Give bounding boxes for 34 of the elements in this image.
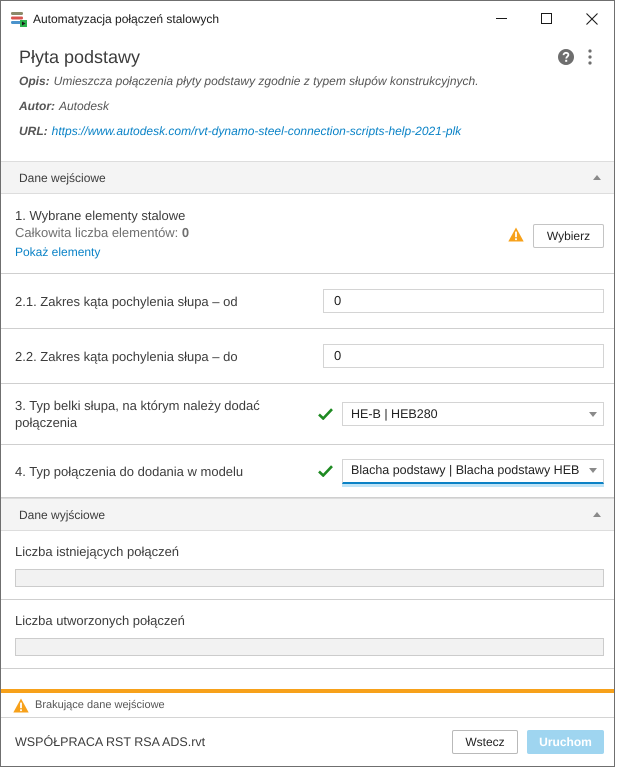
field-label: 4. Typ połączenia do dodania w modelu [15, 462, 244, 480]
section-header[interactable]: Dane wejściowe [1, 161, 614, 194]
close-icon [586, 12, 598, 24]
element-count: Całkowita liczba elementów: 0 [15, 224, 190, 240]
detail-text: Autodesk [59, 98, 110, 114]
detail-text: Umieszcza połączenia płyty podstawy zgodnie z typem słupów konstrukcyjnych. [54, 72, 479, 90]
detail-label: Opis: [19, 72, 50, 90]
number-field[interactable]: 0 [323, 344, 604, 368]
field-label: 1. Wybrane elementy stalowe [15, 206, 186, 224]
status-message: Brakujące dane wejściowe [35, 698, 165, 713]
script-title: Płyta podstawy [19, 46, 140, 69]
number-field[interactable]: 0 [323, 289, 604, 313]
field-label: 2.1. Zakres kąta pochylenia słupa – od [15, 292, 239, 310]
detail-label: URL: [19, 122, 48, 140]
show-elements-link[interactable]: Pokaż elementy [15, 244, 100, 260]
select-button[interactable]: Wybierz [533, 224, 604, 248]
field-label: 2.2. Zakres kąta pochylenia słupa – do [15, 348, 239, 364]
field-label: Liczba utworzonych połączeń [15, 612, 186, 629]
dropdown-caret-icon [589, 468, 597, 473]
field-label: 3. Typ belki słupa, na którym należy dodać połączenia [15, 397, 261, 431]
maximize-icon [541, 13, 552, 24]
more-menu-icon[interactable] [588, 49, 592, 65]
detail-label: Autor: [19, 98, 55, 114]
dropdown[interactable]: HE-B | HEB280 [342, 402, 604, 426]
url-link[interactable]: https://www.autodesk.com/rvt-dynamo-steel-connection-scripts-help-2021-plk [52, 122, 462, 140]
field-label: Liczba istniejących połączeń [15, 543, 180, 560]
dropdown-caret-icon [589, 412, 597, 416]
file-name: WSPÓŁPRACA RST RSA ADS.rvt [15, 734, 206, 751]
section-header[interactable]: Dane wyjściowe [1, 498, 614, 531]
minimize-icon [496, 18, 507, 19]
app-icon [11, 10, 27, 26]
back-button[interactable]: Wstecz [452, 730, 518, 754]
window-title: Automatyzacja połączeń stalowych [33, 10, 220, 28]
help-icon[interactable] [558, 49, 574, 65]
